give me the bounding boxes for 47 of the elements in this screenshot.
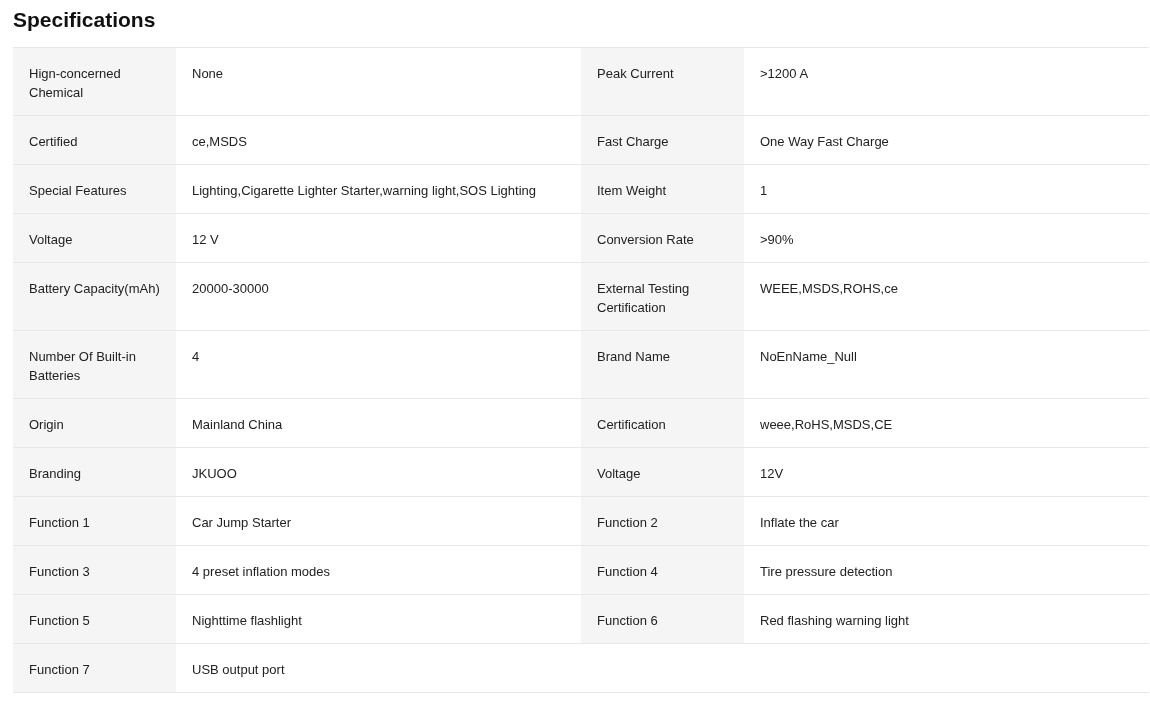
spec-label: Function 4 <box>581 546 744 594</box>
spec-value: NoEnName_Null <box>759 348 858 366</box>
spec-label: Branding <box>13 448 176 496</box>
spec-value: >90% <box>759 231 795 249</box>
spec-label: Number Of Built-in Batteries <box>13 331 176 398</box>
spec-label: Certification <box>581 399 744 447</box>
spec-value: Mainland China <box>191 416 284 434</box>
spec-label: Function 1 <box>13 497 176 545</box>
spec-label: Function 3 <box>13 546 176 594</box>
spec-value: 20000-30000 <box>191 280 270 298</box>
spec-value: >1200 A <box>759 65 810 83</box>
spec-label: Item Weight <box>581 165 744 213</box>
spec-label: Voltage <box>13 214 176 262</box>
spec-label: Brand Name <box>581 331 744 398</box>
spec-value: 1 <box>759 182 769 200</box>
spec-label: Function 6 <box>581 595 744 643</box>
spec-value: ce,MSDS <box>191 133 248 151</box>
spec-value: Nighttime flashlight <box>191 612 303 630</box>
spec-value: Red flashing warning light <box>759 612 910 630</box>
spec-label: Certified <box>13 116 176 164</box>
spec-value: Inflate the car <box>759 514 840 532</box>
spec-label: Function 2 <box>581 497 744 545</box>
spec-label: Battery Capacity(mAh) <box>13 263 176 330</box>
spec-value: Lighting,Cigarette Lighter Starter,warning light,SOS Lighting <box>191 182 537 200</box>
spec-value: Car Jump Starter <box>191 514 292 532</box>
spec-label: Origin <box>13 399 176 447</box>
spec-value: weee,RoHS,MSDS,CE <box>759 416 894 434</box>
spec-label: Voltage <box>581 448 744 496</box>
spec-value: WEEE,MSDS,ROHS,ce <box>759 280 899 298</box>
spec-label: External Testing Certification <box>581 263 744 330</box>
spec-value: 12 V <box>191 231 220 249</box>
spec-label: Function 7 <box>13 644 176 692</box>
spec-value: JKUOO <box>191 465 238 483</box>
spec-value: One Way Fast Charge <box>759 133 890 151</box>
spec-label: Special Features <box>13 165 176 213</box>
section-title: Specifications <box>13 7 157 33</box>
spec-value: Tire pressure detection <box>759 563 894 581</box>
spec-label: Conversion Rate <box>581 214 744 262</box>
spec-label: Function 5 <box>13 595 176 643</box>
spec-value: 4 preset inflation modes <box>191 563 332 581</box>
spec-value: 12V <box>759 465 785 483</box>
spec-value: USB output port <box>191 661 286 679</box>
spec-value: None <box>191 65 225 83</box>
spec-label: Fast Charge <box>581 116 744 164</box>
spec-value: 4 <box>191 348 201 366</box>
spec-label: Hign-concerned Chemical <box>13 48 176 115</box>
spec-label: Peak Current <box>581 48 744 115</box>
